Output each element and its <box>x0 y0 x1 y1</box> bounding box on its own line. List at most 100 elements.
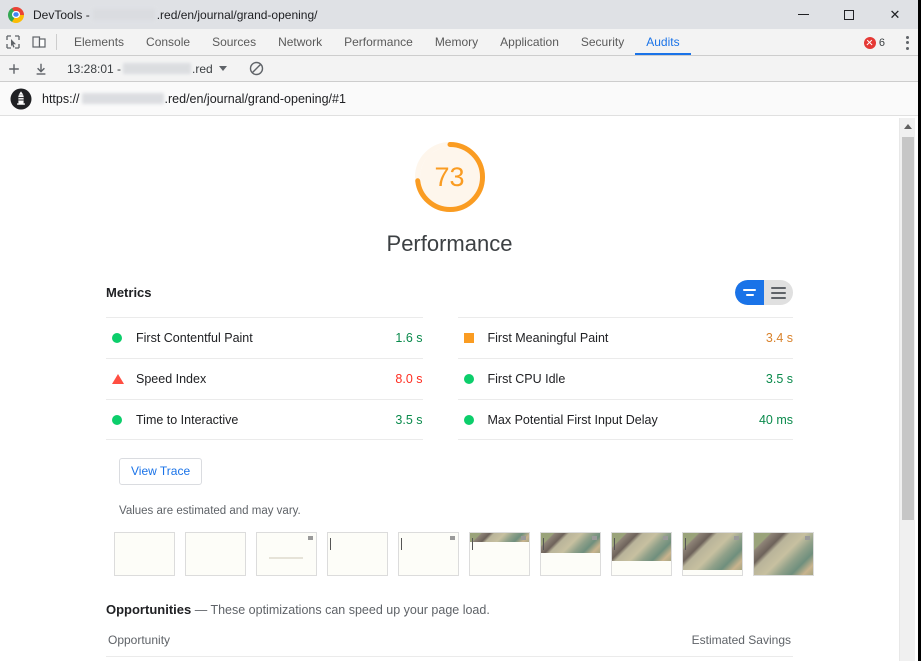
error-count-badge[interactable]: 6 <box>858 36 891 49</box>
tab-label: Sources <box>212 35 257 49</box>
inspect-element-button[interactable] <box>0 29 26 55</box>
pass-circle-icon <box>106 414 136 425</box>
window-title-suffix: .red/en/journal/grand-opening/ <box>156 7 318 22</box>
column-header-savings: Estimated Savings <box>691 633 791 647</box>
more-options-button[interactable] <box>896 29 918 56</box>
metrics-title: Metrics <box>106 285 152 300</box>
maximize-button[interactable] <box>826 0 872 29</box>
device-toolbar-icon <box>32 36 46 48</box>
tab-console[interactable]: Console <box>135 29 201 55</box>
score-gauge-section: 73 Performance <box>0 118 899 257</box>
tab-elements[interactable]: Elements <box>63 29 135 55</box>
tab-security[interactable]: Security <box>570 29 635 55</box>
metric-row[interactable]: Time to Interactive 3.5 s <box>106 399 423 440</box>
metric-value: 1.6 s <box>395 331 423 345</box>
metric-value: 3.5 s <box>765 372 793 386</box>
opportunities-column-headers: Opportunity Estimated Savings <box>106 633 793 656</box>
pass-circle-icon <box>106 333 136 343</box>
filmstrip-frame[interactable] <box>469 532 530 576</box>
metric-name: Time to Interactive <box>136 412 239 427</box>
tab-label: Security <box>580 35 625 49</box>
opportunity-row[interactable]: Properly size images 1.8 s <box>106 656 793 661</box>
device-toolbar-button[interactable] <box>26 29 52 55</box>
clear-audits-button[interactable] <box>243 56 270 82</box>
scroll-up-button[interactable] <box>900 118 915 135</box>
opportunities-header: Opportunities — These optimizations can … <box>106 602 793 617</box>
metric-name: First CPU Idle <box>487 372 566 386</box>
no-entry-clear-icon <box>249 61 263 76</box>
metrics-view-toggle[interactable] <box>735 280 793 305</box>
filmstrip-frame[interactable] <box>753 532 814 576</box>
error-count-label: 6 <box>878 36 885 49</box>
download-icon <box>36 63 45 75</box>
metric-name: First Contentful Paint <box>136 331 253 345</box>
tab-label: Application <box>500 35 559 49</box>
plus-icon <box>8 63 19 74</box>
tab-application[interactable]: Application <box>489 29 570 55</box>
tab-sources[interactable]: Sources <box>201 29 267 55</box>
new-audit-button[interactable] <box>0 56 27 82</box>
tab-network[interactable]: Network <box>267 29 333 55</box>
tab-performance[interactable]: Performance <box>333 29 424 55</box>
error-circle-icon <box>863 36 876 49</box>
minimize-icon <box>797 14 809 15</box>
view-trace-button[interactable]: View Trace <box>119 458 203 485</box>
frame-sidebar-marker <box>472 538 473 550</box>
tab-label: Elements <box>74 35 125 49</box>
frame-sidebar-marker <box>543 538 544 550</box>
tab-label: Performance <box>344 35 413 49</box>
tab-audits[interactable]: Audits <box>635 29 691 55</box>
filmstrip-frame[interactable] <box>256 532 317 576</box>
filmstrip-frame[interactable] <box>611 532 672 576</box>
filmstrip-frame[interactable] <box>540 532 601 576</box>
metric-name: Speed Index <box>136 372 207 386</box>
metric-row[interactable]: Max Potential First Input Delay 40 ms <box>457 399 793 440</box>
filmstrip-frame[interactable] <box>327 532 388 576</box>
fail-triangle-icon <box>106 374 136 384</box>
filmstrip-frame[interactable] <box>114 532 175 576</box>
metric-value: 40 ms <box>758 412 793 427</box>
minimize-button[interactable] <box>780 0 826 29</box>
report-scrollbar[interactable] <box>899 118 915 661</box>
close-button[interactable]: ✕ <box>872 0 918 29</box>
frame-marker-icon <box>663 536 668 540</box>
metrics-grid: First Contentful Paint 1.6 s Speed Index… <box>106 317 793 440</box>
report-url-bar: https:// .red/en/journal/grand-opening/#… <box>0 82 918 116</box>
pass-circle-icon <box>458 414 488 425</box>
score-value: 73 <box>434 161 465 192</box>
pass-circle-icon <box>458 374 488 384</box>
frame-placeholder-text <box>269 557 303 559</box>
scroll-up-arrow-icon <box>903 124 912 129</box>
toolbar-divider <box>56 34 57 50</box>
frame-marker-icon <box>805 536 810 540</box>
report-sections: Metrics First Contentful Paint 1.6 s Spe… <box>0 257 899 661</box>
metric-row[interactable]: First CPU Idle 3.5 s <box>457 358 793 399</box>
import-audit-button[interactable] <box>27 56 54 82</box>
metric-value: 3.5 s <box>395 412 423 427</box>
frame-sidebar-marker <box>685 538 686 550</box>
frame-marker-icon <box>308 536 313 540</box>
tabstrip-right-controls: 6 <box>858 29 918 56</box>
inspect-element-icon <box>6 35 20 49</box>
devtools-tabstrip: Elements Console Sources Network Perform… <box>0 29 918 56</box>
performance-score-gauge[interactable]: 73 <box>410 137 490 217</box>
window-title: DevTools - .red/en/journal/grand-opening… <box>33 8 317 22</box>
toggle-collapsed-view-icon[interactable] <box>735 280 764 305</box>
score-category-label: Performance <box>386 231 513 256</box>
metric-row[interactable]: First Meaningful Paint 3.4 s <box>457 317 793 358</box>
filmstrip-frame[interactable] <box>398 532 459 576</box>
scroll-thumb[interactable] <box>902 137 914 520</box>
tab-memory[interactable]: Memory <box>424 29 489 55</box>
toggle-expanded-view-icon[interactable] <box>764 280 793 305</box>
audits-toolbar: 13:28:01 - .red <box>0 56 918 82</box>
redacted-domain <box>81 93 164 104</box>
filmstrip-frame[interactable] <box>682 532 743 576</box>
metric-row[interactable]: First Contentful Paint 1.6 s <box>106 317 423 358</box>
column-header-opportunity: Opportunity <box>108 633 171 647</box>
lighthouse-report: 73 Performance Metrics First Contentful … <box>0 118 899 661</box>
redacted-domain <box>92 9 155 20</box>
filmstrip-frame[interactable] <box>185 532 246 576</box>
metric-row[interactable]: Speed Index 8.0 s <box>106 358 423 399</box>
frame-marker-icon <box>592 536 597 540</box>
audit-run-selector[interactable]: 13:28:01 - .red <box>65 62 229 76</box>
